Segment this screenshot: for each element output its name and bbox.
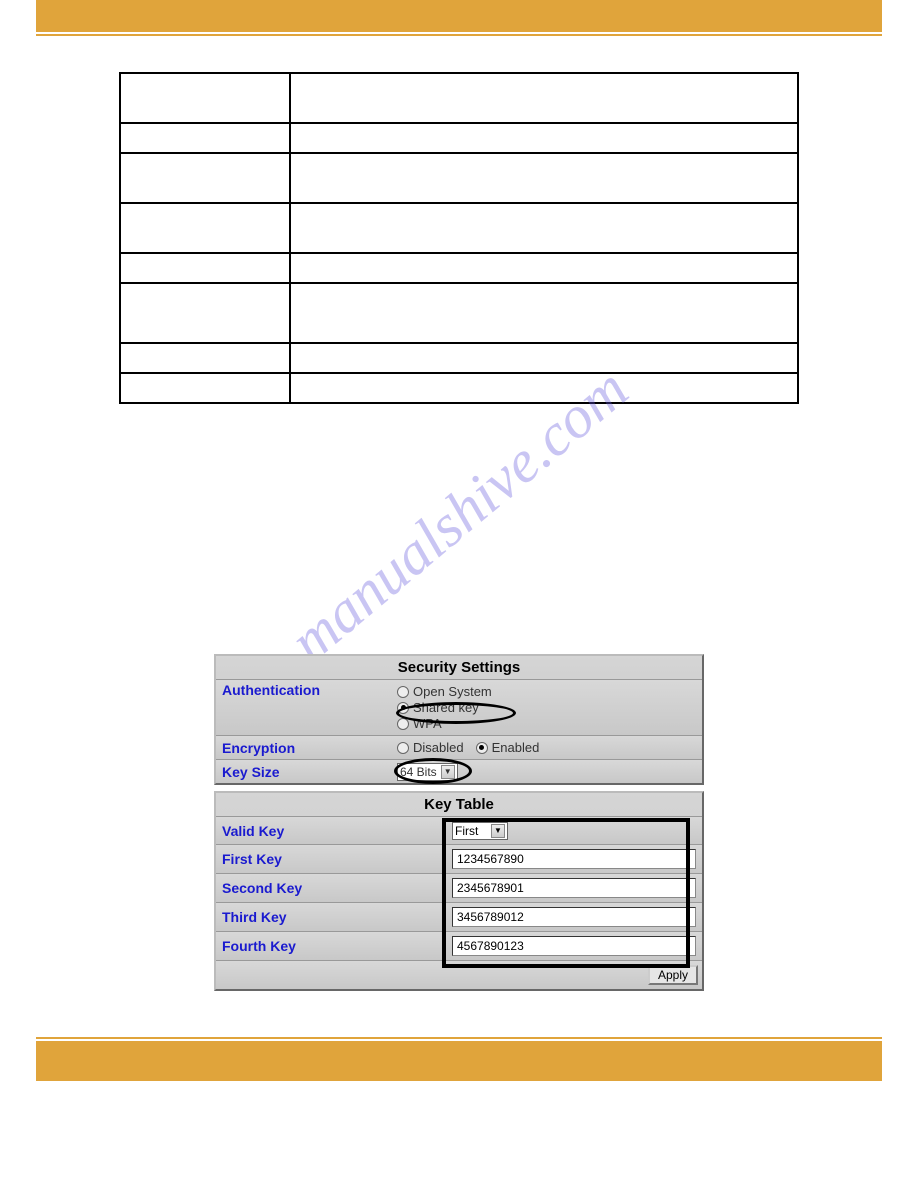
third-key-input[interactable] xyxy=(452,907,696,927)
encryption-enabled-label: Enabled xyxy=(492,740,540,755)
second-key-row: Second Key xyxy=(216,873,702,902)
chevron-down-icon: ▼ xyxy=(491,824,505,838)
key-table-title: Key Table xyxy=(216,793,702,816)
fourth-key-row: Fourth Key xyxy=(216,931,702,960)
key-size-value: 64 Bits xyxy=(400,765,437,779)
table-row xyxy=(120,253,798,283)
encryption-disabled-option[interactable]: Disabled xyxy=(397,740,464,755)
auth-open-system-option[interactable]: Open System xyxy=(397,684,696,699)
valid-key-label: Valid Key xyxy=(222,823,452,839)
radio-icon xyxy=(397,702,409,714)
authentication-row: Authentication Open System Shared key WP… xyxy=(216,679,702,735)
table-row xyxy=(120,73,798,123)
page-top-bar xyxy=(36,0,882,32)
table-row xyxy=(120,283,798,343)
second-key-label: Second Key xyxy=(222,880,452,896)
third-key-label: Third Key xyxy=(222,909,452,925)
authentication-options: Open System Shared key WPA xyxy=(397,682,696,733)
table-row xyxy=(120,153,798,203)
first-key-label: First Key xyxy=(222,851,452,867)
encryption-disabled-label: Disabled xyxy=(413,740,464,755)
third-key-row: Third Key xyxy=(216,902,702,931)
auth-wpa-option[interactable]: WPA xyxy=(397,716,696,731)
encryption-options: Disabled Enabled xyxy=(397,740,696,755)
first-key-row: First Key xyxy=(216,844,702,873)
key-size-select[interactable]: 64 Bits ▼ xyxy=(397,763,458,781)
auth-wpa-label: WPA xyxy=(413,716,442,731)
page-content: manualshive.com Security Settings Authen… xyxy=(36,32,882,1011)
valid-key-value: First xyxy=(455,824,478,838)
encryption-enabled-option[interactable]: Enabled xyxy=(476,740,540,755)
radio-icon xyxy=(397,686,409,698)
page-bottom-bar xyxy=(36,1041,882,1081)
encryption-row: Encryption Disabled Enabled xyxy=(216,735,702,759)
authentication-label: Authentication xyxy=(222,682,397,698)
auth-open-system-label: Open System xyxy=(413,684,492,699)
apply-button[interactable]: Apply xyxy=(648,965,698,985)
first-key-input[interactable] xyxy=(452,849,696,869)
security-settings-panel: Security Settings Authentication Open Sy… xyxy=(214,654,704,785)
valid-key-select[interactable]: First ▼ xyxy=(452,822,508,840)
fourth-key-label: Fourth Key xyxy=(222,938,452,954)
key-table-panel: Key Table Valid Key First ▼ First Key Se… xyxy=(214,791,704,991)
fourth-key-input[interactable] xyxy=(452,936,696,956)
key-size-label: Key Size xyxy=(222,764,397,780)
valid-key-row: Valid Key First ▼ xyxy=(216,816,702,844)
chevron-down-icon: ▼ xyxy=(441,765,455,779)
radio-icon xyxy=(397,718,409,730)
encryption-label: Encryption xyxy=(222,740,397,756)
table-row xyxy=(120,343,798,373)
radio-icon xyxy=(476,742,488,754)
apply-row: Apply xyxy=(216,960,702,989)
table-row xyxy=(120,123,798,153)
security-settings-section: Security Settings Authentication Open Sy… xyxy=(214,654,704,991)
table-row xyxy=(120,373,798,403)
parameters-table xyxy=(119,72,799,404)
key-size-row: Key Size 64 Bits ▼ xyxy=(216,759,702,783)
auth-shared-key-option[interactable]: Shared key xyxy=(397,700,696,715)
table-row xyxy=(120,203,798,253)
second-key-input[interactable] xyxy=(452,878,696,898)
radio-icon xyxy=(397,742,409,754)
security-settings-title: Security Settings xyxy=(216,656,702,679)
auth-shared-key-label: Shared key xyxy=(413,700,479,715)
